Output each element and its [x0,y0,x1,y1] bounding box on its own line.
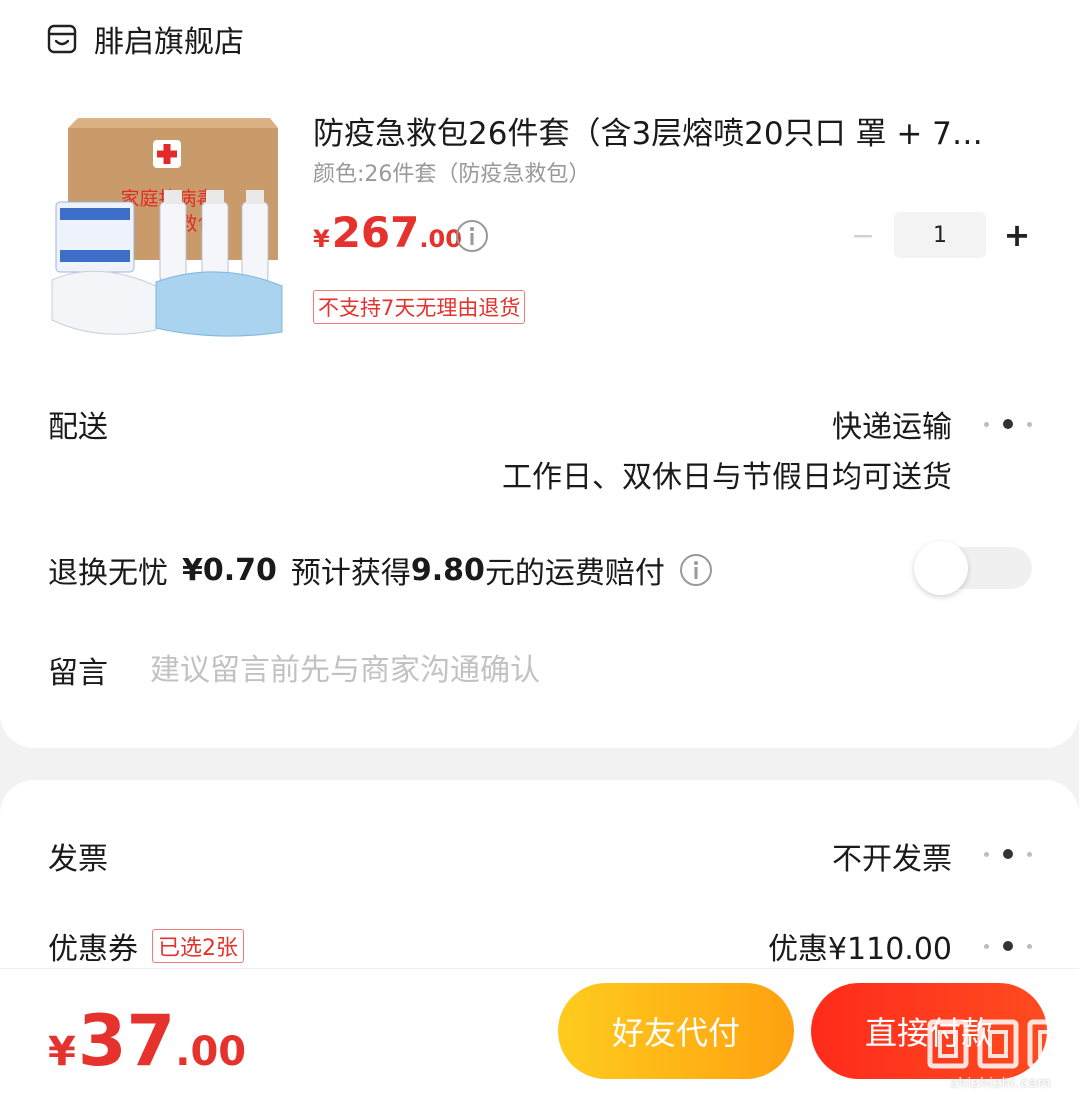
toggle-knob [914,541,968,595]
message-label: 留言 [48,656,108,691]
price-integer: 267 [331,208,420,257]
invoice-value[interactable]: 不开发票 [832,834,952,878]
coupon-row-label: 优惠券 已选2张 [48,924,244,968]
invoice-label: 发票 [48,842,108,877]
price-info-icon[interactable] [455,219,489,253]
watermark-logo-icon [1027,1019,1069,1069]
return-worry-desc-prefix: 预计获得 [290,556,411,591]
return-worry-row: 退换无忧 ¥0.70 预计获得 9.80 元的运费赔付 [48,548,713,592]
order-card: 腓启旗舰店 家庭抗病毒 急救包 防疫急救包26件套（含3层熔喷20只口 罩 + … [0,0,1079,748]
quantity-stepper: − 1 + [848,212,1032,258]
watermark-text: zhizhizhi.com [950,1076,1052,1091]
shop-name: 腓启旗舰店 [94,25,244,60]
coupon-value[interactable]: 优惠¥110.00 [768,924,952,968]
product-image[interactable]: 家庭抗病毒 急救包 [48,110,284,342]
shop-header[interactable]: 腓启旗舰店 [46,18,244,60]
total-currency: ¥ [48,1029,76,1075]
total-decimal: .00 [175,1029,247,1075]
return-worry-info-icon[interactable] [679,553,713,587]
delivery-label: 配送 [48,410,108,445]
product-variant[interactable]: 颜色:26件套（防疫急救包） [313,156,590,188]
invoice-more-icon[interactable] [984,848,1032,860]
coupon-selected-tag[interactable]: 已选2张 [152,929,244,963]
total-integer: 37 [77,1000,176,1082]
return-worry-toggle[interactable] [914,541,1032,595]
coupon-label: 优惠券 [48,932,138,967]
product-price: ¥ 267 .00 [313,208,462,257]
shop-icon [47,24,77,54]
total-price: ¥ 37 .00 [48,1000,246,1082]
message-input[interactable] [148,644,1032,696]
return-worry-amount: 9.80 [410,552,485,588]
product-title[interactable]: 防疫急救包26件套（含3层熔喷20只口 罩 + 7… [313,108,1033,153]
watermark-logo-icon [977,1019,1019,1069]
price-currency: ¥ [313,225,330,253]
delivery-more-icon[interactable] [984,418,1032,430]
return-worry-price: ¥0.70 [182,552,277,588]
delivery-method[interactable]: 快递运输 [832,402,952,446]
watermark-logo-icon [927,1019,969,1069]
friend-pay-button[interactable]: 好友代付 [558,983,794,1079]
quantity-decrease-button[interactable]: − [848,212,878,258]
quantity-increase-button[interactable]: + [1002,212,1032,258]
return-worry-desc-suffix: 元的运费赔付 [484,556,665,591]
watermark: zhizhizhi.com [926,1016,1076,1096]
coupon-more-icon[interactable] [984,940,1032,952]
quantity-value[interactable]: 1 [894,212,986,258]
delivery-note: 工作日、双休日与节假日均可送货 [502,460,952,495]
no-return-tag: 不支持7天无理由退货 [313,290,526,324]
return-worry-label: 退换无忧 [48,556,168,591]
